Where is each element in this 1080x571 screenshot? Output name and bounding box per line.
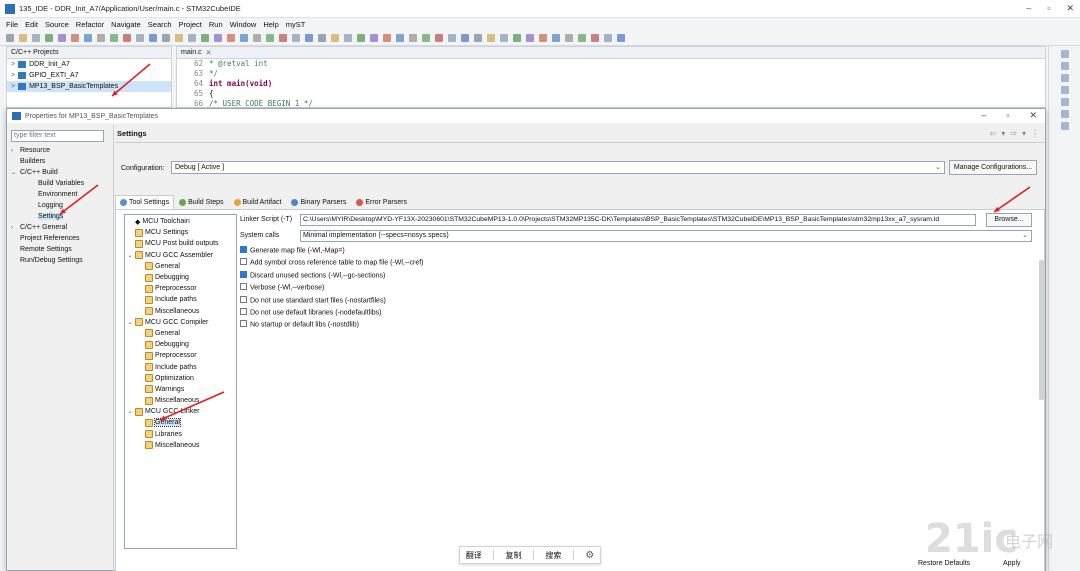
annotation-arrows (59, 63, 1031, 421)
annotation-arrow-line (111, 63, 151, 97)
annotation-arrow-line (993, 186, 1031, 213)
annotation-arrow-line (59, 184, 99, 215)
screen: 135_IDE - DDR_Init_A7/Application/User/m… (0, 0, 1080, 571)
annotation-arrow-line (159, 391, 225, 421)
